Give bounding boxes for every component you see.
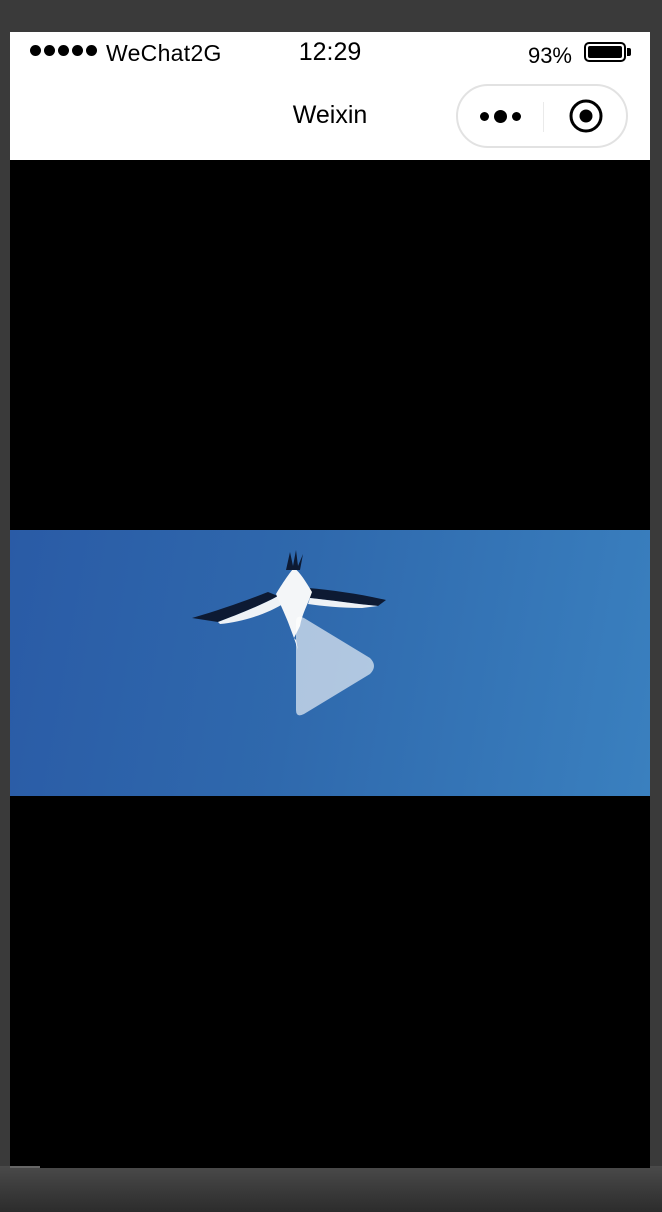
battery-percentage: 93% bbox=[527, 43, 572, 68]
play-icon[interactable] bbox=[286, 614, 376, 718]
bottom-corner-mark bbox=[10, 1166, 40, 1168]
video-player[interactable] bbox=[10, 530, 650, 796]
battery-icon bbox=[584, 42, 626, 62]
device-frame-shadow bbox=[0, 1166, 662, 1212]
menu-capsule bbox=[456, 84, 628, 148]
battery-tip bbox=[627, 48, 631, 56]
target-close-icon bbox=[569, 99, 603, 133]
phone-screen: WeChat2G 12:29 93% Weixin bbox=[10, 32, 650, 1168]
status-bar: WeChat2G 12:29 93% bbox=[10, 32, 650, 74]
close-miniprogram-button[interactable] bbox=[544, 86, 628, 146]
navigation-bar: Weixin bbox=[10, 74, 650, 160]
more-button[interactable] bbox=[458, 86, 543, 146]
